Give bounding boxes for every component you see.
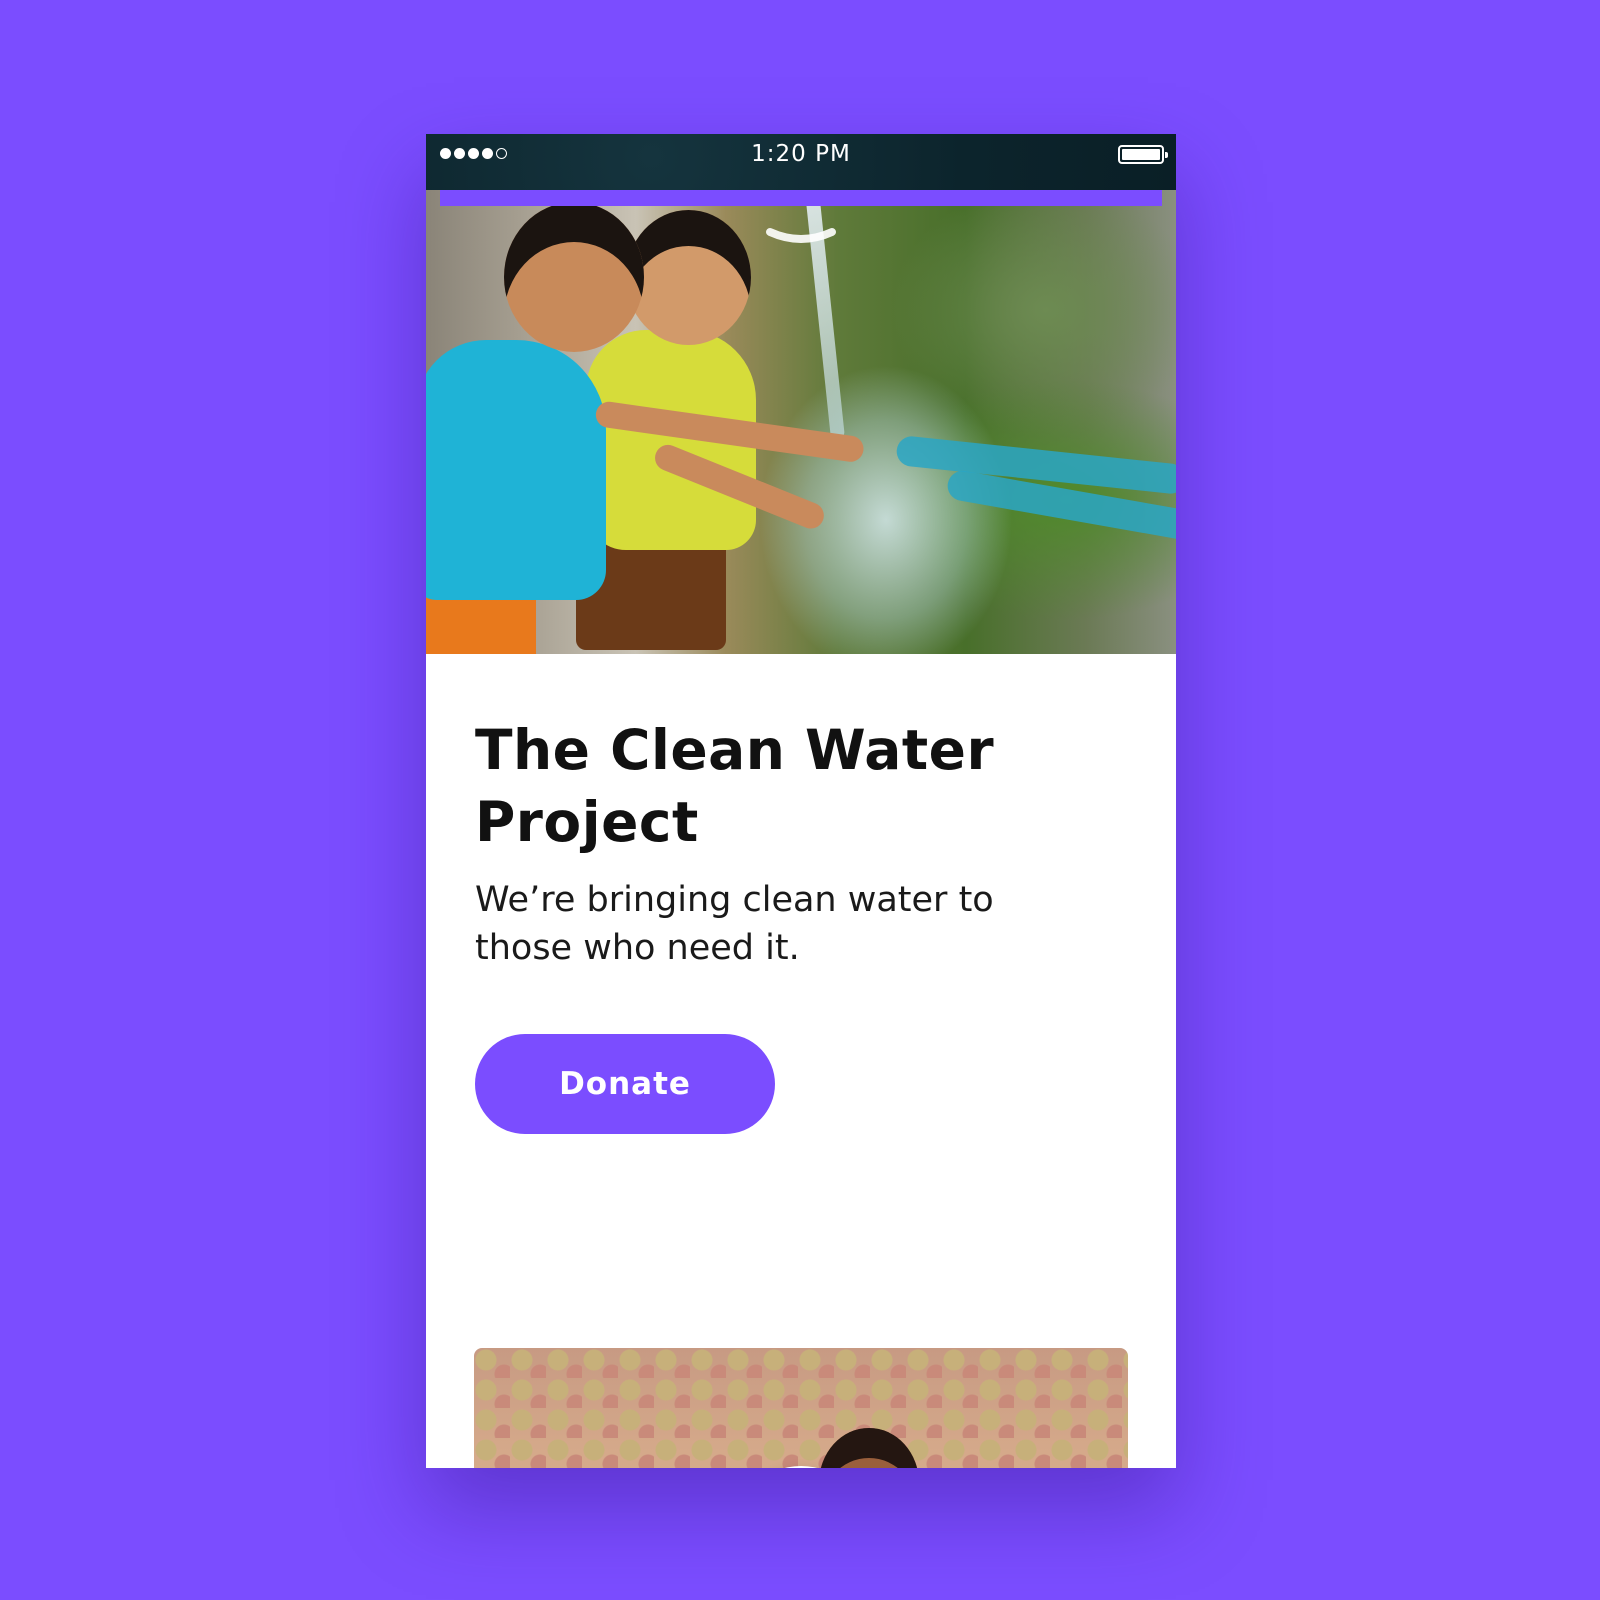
project-description: We’re bringing clean water to those who … [475, 880, 994, 968]
battery-fill [1122, 149, 1160, 160]
hero-image [426, 190, 1176, 654]
donate-button-label: Donate [559, 1066, 691, 1102]
child-figure [426, 340, 606, 600]
status-time: 1:20 PM [751, 141, 851, 167]
donate-button[interactable]: Donate [475, 1034, 775, 1134]
video-thumbnail[interactable] [474, 1348, 1128, 1468]
child-figure [626, 210, 751, 345]
phone-screen: 1:20 PM The Clean Water Project We’re br… [426, 134, 1176, 1468]
child-figure [819, 1428, 919, 1468]
status-bar: 1:20 PM [426, 134, 1176, 190]
battery-icon [1118, 145, 1168, 164]
content-card: The Clean Water Project We’re bringing c… [426, 654, 1176, 1468]
battery-nub [1165, 152, 1168, 158]
child-figure [504, 202, 644, 352]
project-title: The Clean Water Project [475, 718, 995, 854]
chevron-down-handle-icon[interactable] [764, 224, 838, 254]
